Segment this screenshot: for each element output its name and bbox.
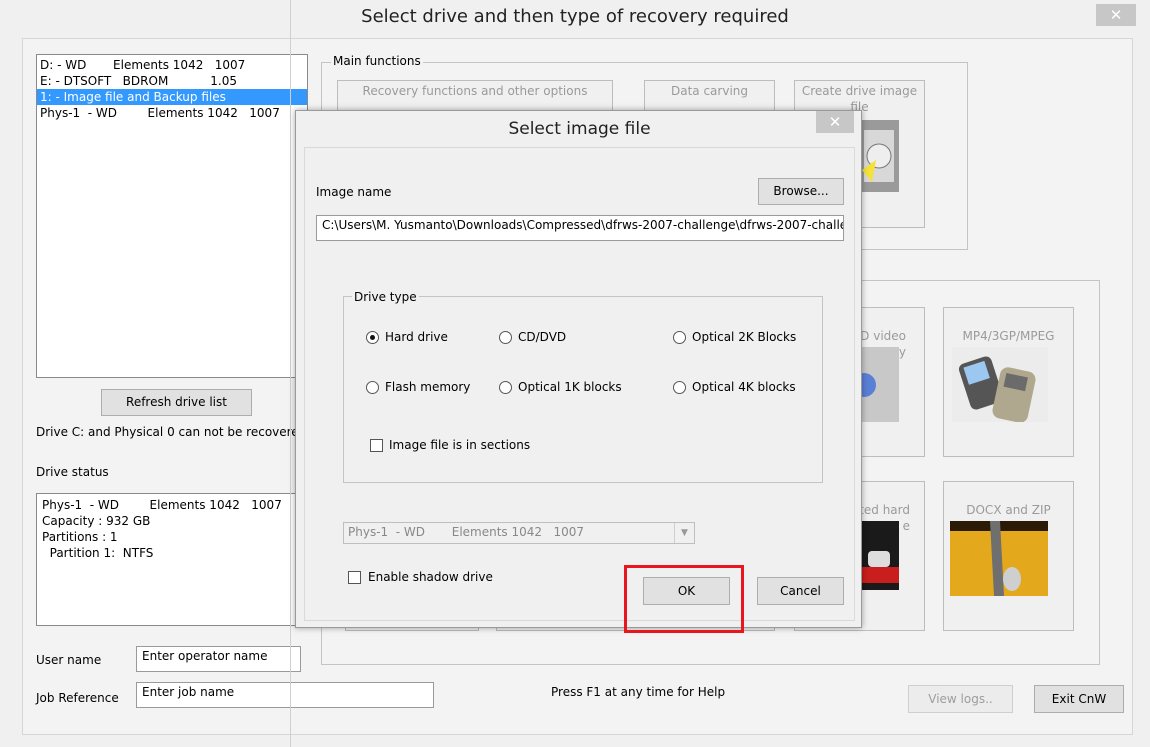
drive-status-line: Capacity : 932 GB (42, 514, 151, 528)
select-image-dialog: Select image file ✕ Image name Browse...… (295, 110, 862, 628)
drive-list-item-selected[interactable]: 1: - Image file and Backup files (37, 89, 307, 105)
drive-list-item[interactable]: D: - WD Elements 1042 1007 (37, 57, 307, 73)
data-carving-tile[interactable]: Data carving (644, 80, 775, 112)
image-path-input[interactable]: C:\Users\M. Yusmanto\Downloads\Compresse… (316, 215, 844, 241)
shadow-drive-select[interactable]: Phys-1 - WD Elements 1042 1007 ▼ (343, 522, 695, 544)
background-divider (290, 0, 291, 747)
hard-drive-label[interactable]: Hard drive (385, 330, 448, 344)
chevron-down-icon: ▼ (674, 523, 694, 543)
drive-status-line: Partition 1: NTFS (42, 546, 154, 560)
drive-status-line: Phys-1 - WD Elements 1042 1007 (42, 498, 282, 512)
cd-dvd-radio[interactable] (499, 331, 512, 344)
optical-2k-radio[interactable] (673, 331, 686, 344)
deleted-drive-image-icon (858, 521, 899, 590)
recovery-functions-tile[interactable]: Recovery functions and other options (337, 80, 613, 112)
optical-4k-radio[interactable] (673, 381, 686, 394)
cancel-button[interactable]: Cancel (757, 577, 844, 605)
drive-list-item[interactable]: E: - DTSOFT BDROM 1.05 (37, 73, 307, 89)
main-functions-title: Main functions (331, 54, 423, 68)
cd-dvd-label[interactable]: CD/DVD (518, 330, 566, 344)
shadow-drive-label[interactable]: Enable shadow drive (368, 570, 493, 584)
close-window-button[interactable]: ✕ (1096, 4, 1136, 26)
flash-memory-label[interactable]: Flash memory (385, 380, 470, 394)
drive-list-item[interactable]: Phys-1 - WD Elements 1042 1007 (37, 105, 307, 121)
shadow-drive-checkbox[interactable] (348, 571, 361, 584)
hard-drive-image-icon (858, 120, 899, 192)
warning-text: Drive C: and Physical 0 can not be recov… (36, 425, 307, 439)
refresh-drive-list-button[interactable]: Refresh drive list (101, 389, 252, 416)
optical-4k-label[interactable]: Optical 4K blocks (692, 380, 796, 394)
job-reference-input[interactable]: Enter job name (136, 682, 434, 708)
hard-drive-radio[interactable] (366, 331, 379, 344)
exit-button[interactable]: Exit CnW (1034, 685, 1124, 713)
window-title: Select drive and then type of recovery r… (361, 6, 789, 27)
flash-memory-radio[interactable] (366, 381, 379, 394)
help-text: Press F1 at any time for Help (551, 685, 726, 699)
optical-2k-label[interactable]: Optical 2K Blocks (692, 330, 796, 344)
drive-list[interactable]: D: - WD Elements 1042 1007 E: - DTSOFT B… (36, 54, 308, 378)
optical-1k-label[interactable]: Optical 1K blocks (518, 380, 622, 394)
image-name-label: Image name (316, 185, 392, 199)
optical-1k-radio[interactable] (499, 381, 512, 394)
mobile-phone-image-icon (952, 347, 1048, 422)
sections-checkbox-label[interactable]: Image file is in sections (389, 438, 530, 452)
sections-checkbox[interactable] (370, 439, 383, 452)
ok-highlight-annotation (624, 565, 744, 633)
video-recovery-image-icon (858, 347, 899, 422)
close-dialog-button[interactable]: ✕ (816, 111, 854, 133)
dialog-title: Select image file (508, 119, 651, 139)
browse-button[interactable]: Browse... (758, 178, 844, 205)
job-reference-label: Job Reference (36, 691, 119, 705)
drive-status-line: Partitions : 1 (42, 530, 118, 544)
drive-status-box: Phys-1 - WD Elements 1042 1007 Capacity … (36, 493, 298, 626)
user-name-label: User name (36, 653, 102, 667)
shadow-drive-select-value: Phys-1 - WD Elements 1042 1007 (348, 525, 585, 539)
user-name-input[interactable]: Enter operator name (136, 646, 301, 672)
view-logs-button[interactable]: View logs.. (908, 685, 1013, 713)
drive-status-label: Drive status (36, 465, 109, 479)
drive-type-title: Drive type (352, 290, 419, 304)
zip-image-icon (950, 521, 1048, 596)
